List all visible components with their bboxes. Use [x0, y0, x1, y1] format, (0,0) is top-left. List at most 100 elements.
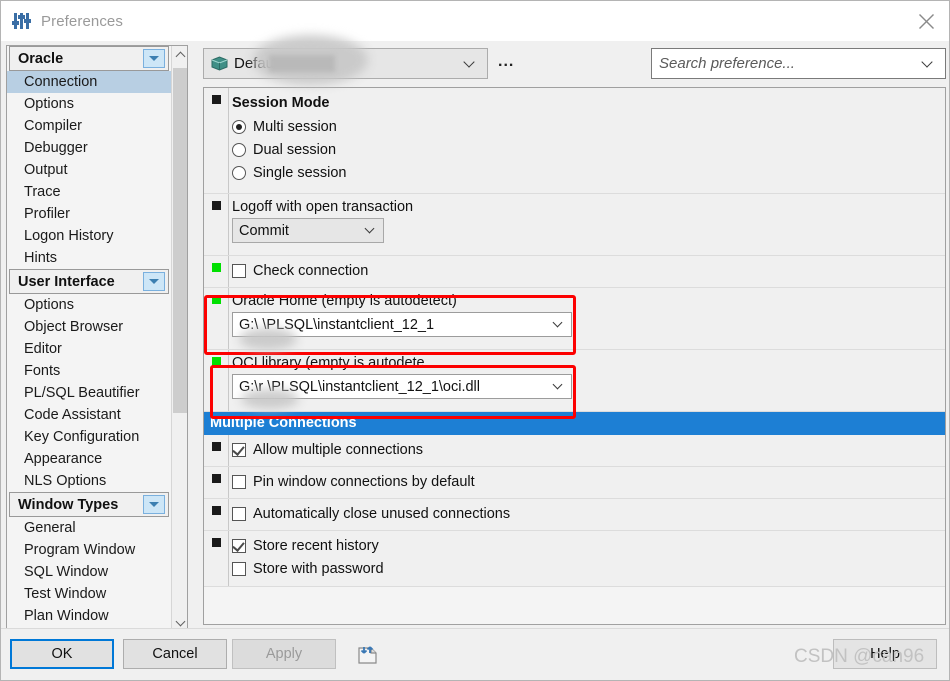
checkbox-icon: [232, 475, 246, 489]
section-auto-close-connections: Automatically close unused connections: [204, 499, 945, 531]
logoff-transaction-value: Commit: [233, 223, 362, 239]
section-marker-gutter: [204, 194, 232, 255]
close-icon[interactable]: [903, 1, 949, 41]
sidebar-item-compiler[interactable]: Compiler: [7, 115, 171, 137]
oci-library-label: OCI library (empty is autodete: [232, 355, 945, 371]
session-mode-title: Session Mode: [232, 95, 945, 111]
checkbox-icon: [232, 562, 246, 576]
cancel-button[interactable]: Cancel: [123, 639, 227, 669]
logoff-transaction-select[interactable]: Commit: [232, 218, 384, 243]
chevron-down-icon[interactable]: [921, 56, 932, 67]
sidebar-item-label: Object Browser: [24, 319, 123, 335]
sidebar-group-oracle[interactable]: Oracle: [9, 46, 169, 71]
sidebar-item-label: Code Assistant: [24, 407, 121, 423]
gutter-divider: [228, 467, 229, 498]
sidebar-item-general[interactable]: General: [7, 517, 171, 539]
sidebar-item-program-window[interactable]: Program Window: [7, 539, 171, 561]
sidebar-item-connection[interactable]: Connection: [7, 71, 171, 93]
sidebar-item-test-window[interactable]: Test Window: [7, 583, 171, 605]
sidebar-item-plan-window[interactable]: Plan Window: [7, 605, 171, 627]
radio-label: Single session: [253, 165, 347, 181]
default-marker: [212, 95, 221, 104]
sidebar-group-label: User Interface: [10, 274, 143, 290]
ok-button[interactable]: OK: [10, 639, 114, 669]
apply-button: Apply: [232, 639, 336, 669]
oracle-home-field[interactable]: G:\ \PLSQL\instantclient_12_1: [232, 312, 572, 337]
scrollbar-thumb[interactable]: [173, 68, 187, 413]
oci-library-field[interactable]: G:\r \PLSQL\instantclient_12_1\oci.dll: [232, 374, 572, 399]
sidebar-item-label: Plan Window: [24, 608, 109, 624]
sidebar-item-appearance[interactable]: Appearance: [7, 448, 171, 470]
search-input[interactable]: [652, 54, 923, 73]
sidebar-item-label: NLS Options: [24, 473, 106, 489]
sidebar-item-editor[interactable]: Editor: [7, 338, 171, 360]
sidebar-group-user-interface[interactable]: User Interface: [9, 269, 169, 294]
sidebar-item-object-browser[interactable]: Object Browser: [7, 316, 171, 338]
sidebar-item-label: Hints: [24, 250, 57, 266]
sidebar-item-nls-options[interactable]: NLS Options: [7, 470, 171, 492]
chevron-down-icon[interactable]: [143, 49, 165, 68]
sidebar-item-output[interactable]: Output: [7, 159, 171, 181]
sidebar-item-hints[interactable]: Hints: [7, 247, 171, 269]
checkbox-check-connection[interactable]: Check connection: [232, 259, 945, 282]
preference-set-combo[interactable]: Defau: [203, 48, 488, 79]
radio-icon: [232, 120, 246, 134]
import-export-icon[interactable]: [357, 645, 379, 665]
sidebar-item-label: Fonts: [24, 363, 60, 379]
scroll-up-icon[interactable]: [172, 46, 188, 63]
section-marker-gutter: [204, 531, 232, 586]
checkbox-pin-window-connections[interactable]: Pin window connections by default: [232, 470, 945, 493]
help-button[interactable]: Help: [833, 639, 937, 669]
sidebar-group-window-types[interactable]: Window Types: [9, 492, 169, 517]
more-options-button[interactable]: ...: [498, 53, 514, 71]
sidebar-item-key-configuration[interactable]: Key Configuration: [7, 426, 171, 448]
section-store-history: Store recent history Store with password: [204, 531, 945, 587]
sliders-icon: [12, 11, 32, 31]
section-oci-library: OCI library (empty is autodete G:\r \PLS…: [204, 350, 945, 412]
checkbox-label: Check connection: [253, 263, 368, 279]
chevron-down-icon[interactable]: [143, 495, 165, 514]
sidebar-item-sql-window[interactable]: SQL Window: [7, 561, 171, 583]
sidebar-item-label: Compiler: [24, 118, 82, 134]
sidebar-item-label: Options: [24, 96, 74, 112]
checkbox-label: Store with password: [253, 561, 384, 577]
changed-marker: [212, 357, 221, 366]
default-marker: [212, 506, 221, 515]
checkbox-icon: [232, 539, 246, 553]
radio-label: Multi session: [253, 119, 337, 135]
sidebar-item-label: Debugger: [24, 140, 88, 156]
gutter-divider: [228, 350, 229, 411]
radio-dual-session[interactable]: Dual session: [232, 138, 945, 161]
sidebar-item-ui-options[interactable]: Options: [7, 294, 171, 316]
sidebar-item-trace[interactable]: Trace: [7, 181, 171, 203]
default-marker: [212, 442, 221, 451]
search-preference-combo[interactable]: [651, 48, 946, 79]
sidebar-scrollbar[interactable]: [171, 46, 187, 631]
sidebar-item-plsql-beautifier[interactable]: PL/SQL Beautifier: [7, 382, 171, 404]
checkbox-store-with-password[interactable]: Store with password: [232, 557, 945, 580]
checkbox-auto-close-connections[interactable]: Automatically close unused connections: [232, 502, 945, 525]
section-marker-gutter: [204, 499, 232, 530]
sidebar-item-debugger[interactable]: Debugger: [7, 137, 171, 159]
checkbox-allow-multiple-connections[interactable]: Allow multiple connections: [232, 438, 945, 461]
oracle-home-value: G:\ \PLSQL\instantclient_12_1: [233, 317, 550, 333]
radio-multi-session[interactable]: Multi session: [232, 115, 945, 138]
sidebar-group-label: Window Types: [10, 497, 143, 513]
sidebar-item-logon-history[interactable]: Logon History: [7, 225, 171, 247]
title-bar: Preferences: [1, 1, 949, 41]
sidebar-item-options[interactable]: Options: [7, 93, 171, 115]
settings-panel: Session Mode Multi session Dual session …: [203, 87, 946, 625]
preferences-tree: Oracle Connection Options Compiler Debug…: [7, 46, 171, 631]
chevron-down-icon: [553, 380, 563, 390]
chevron-down-icon[interactable]: [143, 272, 165, 291]
package-icon: [211, 56, 228, 71]
sidebar-item-label: Options: [24, 297, 74, 313]
default-marker: [212, 201, 221, 210]
sidebar-item-label: Connection: [24, 74, 97, 90]
radio-single-session[interactable]: Single session: [232, 161, 945, 184]
sidebar-item-fonts[interactable]: Fonts: [7, 360, 171, 382]
sidebar-item-code-assistant[interactable]: Code Assistant: [7, 404, 171, 426]
default-marker: [212, 474, 221, 483]
checkbox-store-recent-history[interactable]: Store recent history: [232, 534, 945, 557]
sidebar-item-profiler[interactable]: Profiler: [7, 203, 171, 225]
